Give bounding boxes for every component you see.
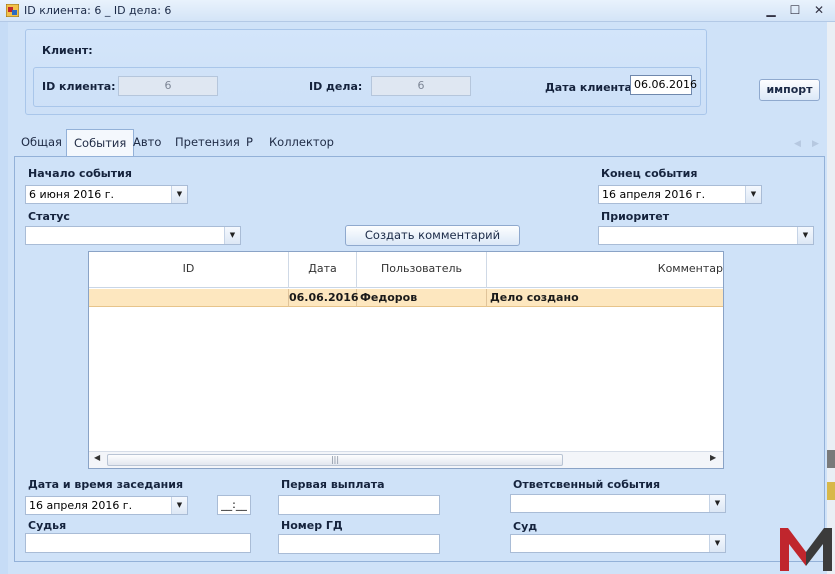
app-icon [6,4,19,17]
tab-general[interactable]: Общая [14,129,69,156]
arrow-left-icon[interactable]: ◀ [94,453,100,462]
hearing-date-value: 16 апреля 2016 г. [29,499,133,512]
chevron-down-icon[interactable]: ▼ [171,497,187,514]
cell-user: Федоров [357,289,487,307]
court-label: Суд [513,520,538,533]
event-end-label: Конец события [601,167,698,180]
table-row[interactable]: 06.06.2016 Федоров Дело создано [89,289,723,307]
judge-field[interactable] [25,533,251,553]
case-id-field[interactable]: 6 [371,76,471,96]
tab-events[interactable]: События [66,129,135,158]
event-end-value: 16 апреля 2016 г. [602,188,706,201]
cell-id [89,289,289,307]
event-start-label: Начало события [28,167,132,180]
first-payment-field[interactable] [278,495,440,515]
case-id-label: ID дела: [309,80,363,93]
hearing-date-picker[interactable]: 16 апреля 2016 г. ▼ [25,496,188,515]
close-button[interactable]: ✕ [808,2,830,18]
title-bar: ID клиента: 6 _ ID дела: 6 ▁ ☐ ✕ [0,0,835,22]
event-start-date-picker[interactable]: 6 июня 2016 г. ▼ [25,185,188,204]
priority-label: Приоритет [601,210,670,223]
horizontal-scrollbar[interactable]: ◀ ||| ▶ [89,451,723,468]
chevron-down-icon[interactable]: ▼ [171,186,187,203]
events-grid[interactable]: ID Дата Пользователь Комментар 06.06.201… [88,251,724,469]
client-date-label: Дата клиента: [545,81,637,94]
first-payment-label: Первая выплата [281,478,385,491]
chevron-down-icon[interactable]: ▼ [709,535,725,552]
minimize-button[interactable]: ▁ [760,2,782,18]
tab-auto[interactable]: Авто [126,129,168,156]
court-select[interactable]: ▼ [510,534,726,553]
status-select[interactable]: ▼ [25,226,241,245]
scrollbar-thumb[interactable]: ||| [107,454,563,466]
edge-marker [827,482,835,500]
tab-collector[interactable]: Коллектор [262,129,341,156]
status-label: Статус [28,210,70,223]
maximize-button[interactable]: ☐ [784,2,806,18]
client-id-field[interactable]: 6 [118,76,218,96]
tab-r[interactable]: Р [239,129,260,156]
cell-date: 06.06.2016 [289,289,359,307]
event-end-date-picker[interactable]: 16 апреля 2016 г. ▼ [598,185,762,204]
column-header-user[interactable]: Пользователь [357,252,487,288]
client-id-label: ID клиента: [42,80,116,93]
column-header-comment[interactable]: Комментар [487,252,723,288]
judge-label: Судья [28,519,67,532]
client-date-field[interactable]: 06.06.2016 [630,75,697,95]
column-header-id[interactable]: ID [89,252,289,288]
client-section-label: Клиент: [42,44,93,57]
gd-number-label: Номер ГД [281,519,343,532]
responsible-select[interactable]: ▼ [510,494,726,513]
gd-number-field[interactable] [278,534,440,554]
tab-claim[interactable]: Претензия [168,129,247,156]
tab-scroll-right-icon[interactable]: ▶ [812,139,819,149]
import-button[interactable]: импорт [759,79,820,101]
chevron-down-icon[interactable]: ▼ [745,186,761,203]
create-comment-button[interactable]: Создать комментарий [345,225,520,246]
chevron-down-icon[interactable]: ▼ [797,227,813,244]
event-start-value: 6 июня 2016 г. [29,188,114,201]
logo-m-icon [780,528,832,571]
window-title: ID клиента: 6 _ ID дела: 6 [24,4,172,17]
responsible-label: Ответсвенный события [513,478,661,491]
cell-comment: Дело создано [490,291,579,304]
hearing-datetime-label: Дата и время заседания [28,478,184,491]
grid-header: ID Дата Пользователь Комментар [89,252,723,288]
edge-marker [827,450,835,468]
hearing-time-field[interactable]: __:__ [217,495,251,515]
priority-select[interactable]: ▼ [598,226,814,245]
tab-scroll-left-icon[interactable]: ◀ [794,139,801,149]
chevron-down-icon[interactable]: ▼ [709,495,725,512]
right-edge-strip [827,22,835,574]
arrow-right-icon[interactable]: ▶ [710,453,716,462]
chevron-down-icon[interactable]: ▼ [224,227,240,244]
column-header-date[interactable]: Дата [289,252,357,288]
